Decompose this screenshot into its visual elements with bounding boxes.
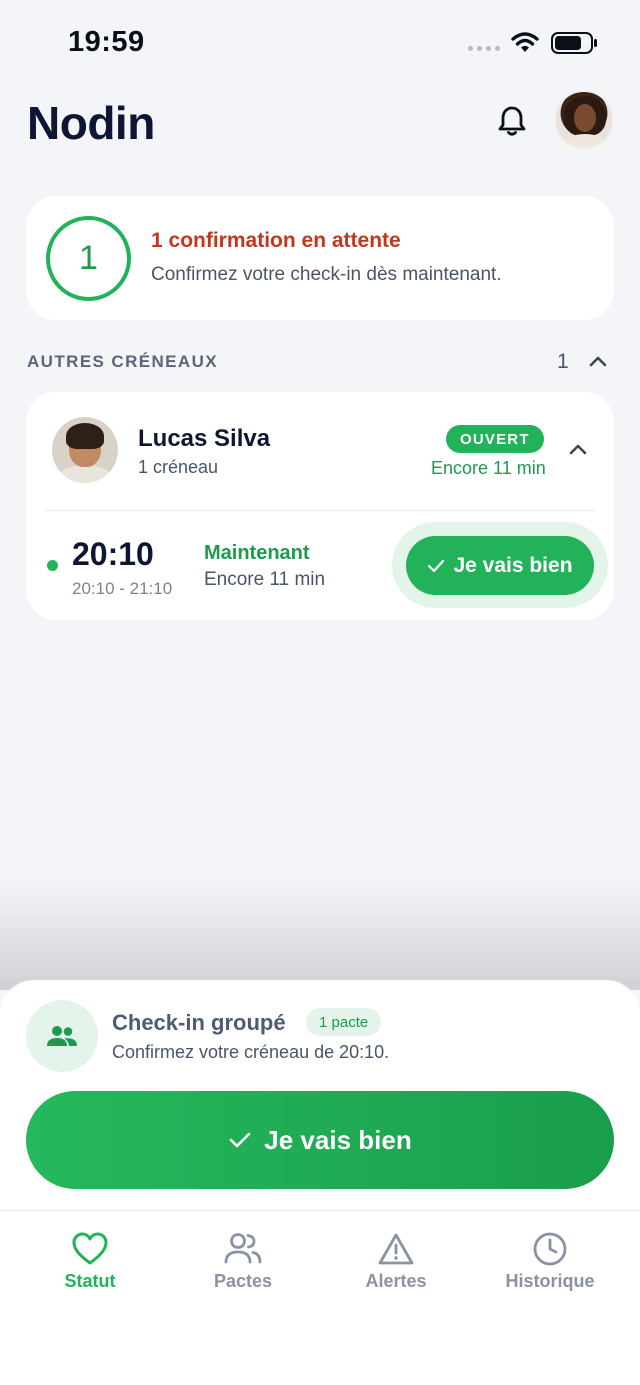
contact-card: Lucas Silva 1 créneau OUVERT Encore 11 m…	[26, 392, 614, 620]
tab-pactes[interactable]: Pactes	[168, 1231, 318, 1292]
slot-range: 20:10 - 21:10	[72, 579, 173, 598]
contact-avatar	[52, 417, 118, 483]
heart-icon	[72, 1232, 108, 1265]
chevron-up-icon[interactable]	[588, 354, 608, 368]
slot-confirm-label: Je vais bien	[453, 553, 573, 577]
tab-label: Alertes	[365, 1271, 427, 1291]
app-title: Nodin	[27, 97, 155, 149]
pending-title: 1 confirmation en attente	[151, 229, 401, 252]
status-badge: OUVERT	[446, 425, 544, 453]
contact-slot-count: 1 créneau	[138, 457, 219, 477]
slot-remaining: Encore 11 min	[204, 569, 326, 590]
bell-icon[interactable]	[496, 104, 528, 138]
check-icon	[428, 559, 445, 572]
check-icon	[229, 1132, 251, 1148]
contact-name: Lucas Silva	[138, 425, 271, 452]
warning-icon	[378, 1233, 414, 1265]
group-checkin-subtitle: Confirmez votre créneau de 20:10.	[112, 1042, 390, 1062]
tab-label: Statut	[64, 1271, 116, 1291]
contact-remaining: Encore 11 min	[431, 458, 546, 478]
pending-confirmation-card[interactable]: 1 1 confirmation en attente Confirmez vo…	[26, 196, 614, 320]
slot-time: 20:10	[72, 536, 154, 572]
tab-bar: Statut Pactes Alertes Historique	[0, 1210, 640, 1385]
profile-avatar[interactable]	[554, 90, 614, 150]
tab-statut[interactable]: Statut	[15, 1231, 165, 1292]
group-icon	[26, 1000, 98, 1072]
confirm-ok-label: Je vais bien	[264, 1124, 412, 1155]
section-title: AUTRES CRÉNEAUX	[27, 352, 219, 371]
wifi-icon	[511, 32, 539, 52]
pending-count: 1	[46, 216, 131, 301]
tab-label: Pactes	[213, 1271, 273, 1291]
status-bar: 19:59	[0, 0, 640, 86]
tab-alertes[interactable]: Alertes	[321, 1231, 471, 1292]
live-dot	[47, 560, 58, 571]
section-count: 1	[557, 350, 569, 373]
chevron-up-icon[interactable]	[568, 442, 588, 456]
signal-icon	[468, 46, 500, 51]
sheet-shadow	[0, 880, 640, 990]
group-checkin-title: Check-in groupé	[112, 1010, 286, 1035]
status-time: 19:59	[68, 26, 145, 58]
pact-count-badge: 1 pacte	[306, 1008, 382, 1036]
tab-label: Historique	[505, 1271, 595, 1291]
divider	[46, 510, 594, 511]
slot-status: Maintenant	[204, 542, 310, 564]
group-checkin-sheet: Check-in groupé 1 pacte Confirmez votre …	[0, 980, 640, 1210]
users-icon	[224, 1233, 262, 1264]
tab-historique[interactable]: Historique	[475, 1231, 625, 1292]
pending-subtitle: Confirmez votre check-in dès maintenant.	[151, 264, 502, 285]
battery-icon	[551, 32, 597, 54]
confirm-ok-button[interactable]: Je vais bien	[26, 1091, 614, 1189]
slot-confirm-button[interactable]: Je vais bien	[406, 536, 594, 595]
clock-icon	[533, 1232, 567, 1266]
